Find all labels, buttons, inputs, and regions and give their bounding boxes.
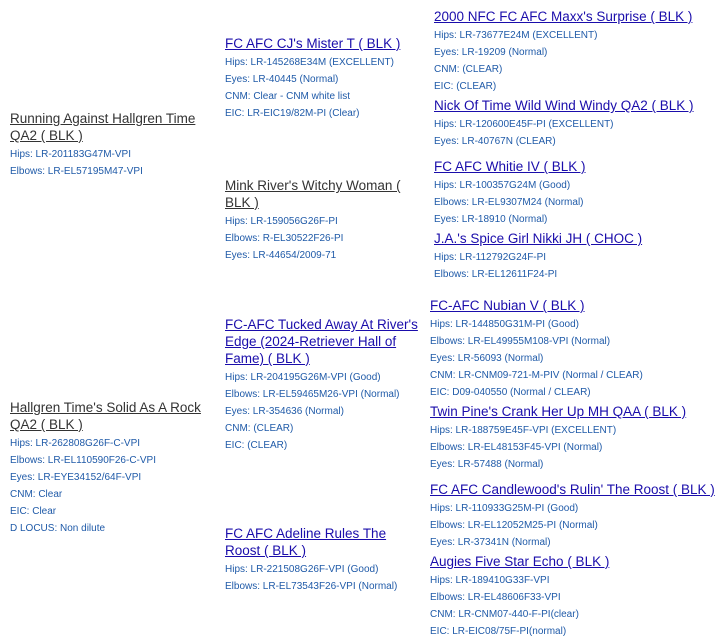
health-detail: Elbows: LR-EL12611F24-PI xyxy=(434,269,558,280)
health-detail: CNM: LR-CNM07-440-F-PI(clear) xyxy=(430,609,579,620)
pedigree-entry-a2: Nick Of Time Wild Wind Windy QA2 ( BLK )… xyxy=(434,97,716,150)
health-detail: Elbows: LR-EL59465M26-VPI (Normal) xyxy=(225,389,400,400)
health-detail: EIC: Clear xyxy=(10,506,57,517)
pedigree-entry-p2: Mink River's Witchy Woman ( BLK ) Hips: … xyxy=(225,177,427,264)
health-detail: Elbows: LR-EL110590F26-C-VPI xyxy=(10,455,156,466)
dog-details: Hips: LR-201183G47M-VPI Elbows: LR-EL5719… xyxy=(10,146,210,180)
dog-details: Hips: LR-204195G26M-VPI (Good) Elbows: LR… xyxy=(225,369,420,454)
dog-name-link[interactable]: Nick Of Time Wild Wind Windy QA2 ( BLK ) xyxy=(434,97,716,114)
pedigree-entry-a5: FC-AFC Nubian V ( BLK ) Hips: LR-144850G… xyxy=(430,297,716,401)
health-detail: CNM: (CLEAR) xyxy=(225,423,294,434)
pedigree-entry-a8: Augies Five Star Echo ( BLK ) Hips: LR-1… xyxy=(430,553,716,640)
pedigree-entry-a7: FC AFC Candlewood's Rulin' The Roost ( B… xyxy=(430,481,716,551)
pedigree-entry-g1: Running Against Hallgren Time QA2 ( BLK … xyxy=(10,110,210,180)
health-detail: Eyes: LR-56093 (Normal) xyxy=(430,353,544,364)
dog-name-link[interactable]: FC AFC Whitie IV ( BLK ) xyxy=(434,158,716,175)
health-detail: EIC: (CLEAR) xyxy=(434,81,497,92)
dog-details: Hips: LR-189410G33F-VPI Elbows: LR-EL4860… xyxy=(430,572,716,640)
dog-name-link[interactable]: FC-AFC Tucked Away At River's Edge (2024… xyxy=(225,316,420,367)
health-detail: Eyes: LR-57488 (Normal) xyxy=(430,459,544,470)
dog-name-link[interactable]: FC AFC CJ's Mister T ( BLK ) xyxy=(225,35,430,52)
health-detail: Hips: LR-262808G26F-C-VPI xyxy=(10,438,141,449)
health-detail: Hips: LR-159056G26F-PI xyxy=(225,216,338,227)
health-detail: Elbows: LR-EL48606F33-VPI xyxy=(430,592,561,603)
health-detail: Hips: LR-110933G25M-PI (Good) xyxy=(430,503,579,514)
pedigree-entry-a1: 2000 NFC FC AFC Maxx's Surprise ( BLK ) … xyxy=(434,8,716,95)
pedigree-entry-p3: FC-AFC Tucked Away At River's Edge (2024… xyxy=(225,316,420,454)
health-detail: Eyes: LR-40767N (CLEAR) xyxy=(434,136,556,147)
health-detail: CNM: Clear xyxy=(10,489,63,500)
health-detail: EIC: LR-EIC08/75F-PI(normal) xyxy=(430,626,567,637)
health-detail: Eyes: LR-37341N (Normal) xyxy=(430,537,551,548)
dog-name-link[interactable]: Augies Five Star Echo ( BLK ) xyxy=(430,553,716,570)
health-detail: Hips: LR-120600E45F-PI (EXCELLENT) xyxy=(434,119,614,130)
dog-name-link[interactable]: FC AFC Candlewood's Rulin' The Roost ( B… xyxy=(430,481,716,498)
dog-details: Hips: LR-188759E45F-VPI (EXCELLENT) Elbow… xyxy=(430,422,716,473)
health-detail: CNM: LR-CNM09-721-M-PIV (Normal / CLEAR) xyxy=(430,370,643,381)
dog-details: Hips: LR-221508G26F-VPI (Good) Elbows: LR… xyxy=(225,561,425,595)
dog-name-link[interactable]: 2000 NFC FC AFC Maxx's Surprise ( BLK ) xyxy=(434,8,716,25)
dog-details: Hips: LR-100357G24M (Good) Elbows: LR-EL9… xyxy=(434,177,716,228)
health-detail: Eyes: LR-EYE34152/64F-VPI xyxy=(10,472,142,483)
dog-name-link[interactable]: Mink River's Witchy Woman ( BLK ) xyxy=(225,177,427,211)
pedigree-entry-g2: Hallgren Time's Solid As A Rock QA2 ( BL… xyxy=(10,399,210,537)
health-detail: Elbows: R-EL30522F26-PI xyxy=(225,233,344,244)
dog-details: Hips: LR-73677E24M (EXCELLENT) Eyes: LR-1… xyxy=(434,27,716,95)
dog-name-link[interactable]: J.A.'s Spice Girl Nikki JH ( CHOC ) xyxy=(434,230,716,247)
health-detail: Elbows: LR-EL49955M108-VPI (Normal) xyxy=(430,336,611,347)
health-detail: Eyes: LR-44654/2009-71 xyxy=(225,250,337,261)
health-detail: Elbows: LR-EL48153F45-VPI (Normal) xyxy=(430,442,603,453)
health-detail: Hips: LR-112792G24F-PI xyxy=(434,252,547,263)
health-detail: CNM: Clear - CNM white list xyxy=(225,91,351,102)
health-detail: D LOCUS: Non dilute xyxy=(10,523,106,534)
health-detail: Elbows: LR-EL73543F26-VPI (Normal) xyxy=(225,581,398,592)
dog-name-link[interactable]: Hallgren Time's Solid As A Rock QA2 ( BL… xyxy=(10,399,210,433)
dog-details: Hips: LR-112792G24F-PI Elbows: LR-EL12611… xyxy=(434,249,716,283)
health-detail: CNM: (CLEAR) xyxy=(434,64,503,75)
health-detail: Hips: LR-188759E45F-VPI (EXCELLENT) xyxy=(430,425,617,436)
health-detail: Hips: LR-145268E34M (EXCELLENT) xyxy=(225,57,394,68)
dog-details: Hips: LR-110933G25M-PI (Good) Elbows: LR-… xyxy=(430,500,716,551)
dog-name-link[interactable]: FC-AFC Nubian V ( BLK ) xyxy=(430,297,716,314)
pedigree-entry-p1: FC AFC CJ's Mister T ( BLK ) Hips: LR-14… xyxy=(225,35,430,122)
dog-details: Hips: LR-262808G26F-C-VPI Elbows: LR-EL11… xyxy=(10,435,210,537)
pedigree-entry-a3: FC AFC Whitie IV ( BLK ) Hips: LR-100357… xyxy=(434,158,716,228)
dog-details: Hips: LR-145268E34M (EXCELLENT) Eyes: LR-… xyxy=(225,54,430,122)
health-detail: Elbows: LR-EL12052M25-PI (Normal) xyxy=(430,520,598,531)
health-detail: Elbows: LR-EL9307M24 (Normal) xyxy=(434,197,584,208)
dog-name-link[interactable]: FC AFC Adeline Rules The Roost ( BLK ) xyxy=(225,525,425,559)
health-detail: Eyes: LR-19209 (Normal) xyxy=(434,47,548,58)
health-detail: Eyes: LR-18910 (Normal) xyxy=(434,214,548,225)
dog-details: Hips: LR-159056G26F-PI Elbows: R-EL30522F… xyxy=(225,213,427,264)
pedigree-entry-a4: J.A.'s Spice Girl Nikki JH ( CHOC ) Hips… xyxy=(434,230,716,283)
dog-name-link[interactable]: Twin Pine's Crank Her Up MH QAA ( BLK ) xyxy=(430,403,716,420)
dog-details: Hips: LR-120600E45F-PI (EXCELLENT) Eyes: … xyxy=(434,116,716,150)
health-detail: Hips: LR-73677E24M (EXCELLENT) xyxy=(434,30,598,41)
health-detail: Eyes: LR-40445 (Normal) xyxy=(225,74,339,85)
pedigree-entry-a6: Twin Pine's Crank Her Up MH QAA ( BLK ) … xyxy=(430,403,716,473)
pedigree-entry-p4: FC AFC Adeline Rules The Roost ( BLK ) H… xyxy=(225,525,425,595)
health-detail: EIC: D09-040550 (Normal / CLEAR) xyxy=(430,387,591,398)
health-detail: Hips: LR-221508G26F-VPI (Good) xyxy=(225,564,379,575)
health-detail: EIC: (CLEAR) xyxy=(225,440,288,451)
health-detail: Hips: LR-204195G26M-VPI (Good) xyxy=(225,372,381,383)
dog-details: Hips: LR-144850G31M-PI (Good) Elbows: LR-… xyxy=(430,316,716,401)
health-detail: Eyes: LR-354636 (Normal) xyxy=(225,406,344,417)
health-detail: Hips: LR-201183G47M-VPI xyxy=(10,149,131,160)
health-detail: Hips: LR-144850G31M-PI (Good) xyxy=(430,319,579,330)
health-detail: Hips: LR-189410G33F-VPI xyxy=(430,575,550,586)
dog-name-link[interactable]: Running Against Hallgren Time QA2 ( BLK … xyxy=(10,110,210,144)
health-detail: EIC: LR-EIC19/82M-PI (Clear) xyxy=(225,108,360,119)
health-detail: Hips: LR-100357G24M (Good) xyxy=(434,180,571,191)
health-detail: Elbows: LR-EL57195M47-VPI xyxy=(10,166,143,177)
